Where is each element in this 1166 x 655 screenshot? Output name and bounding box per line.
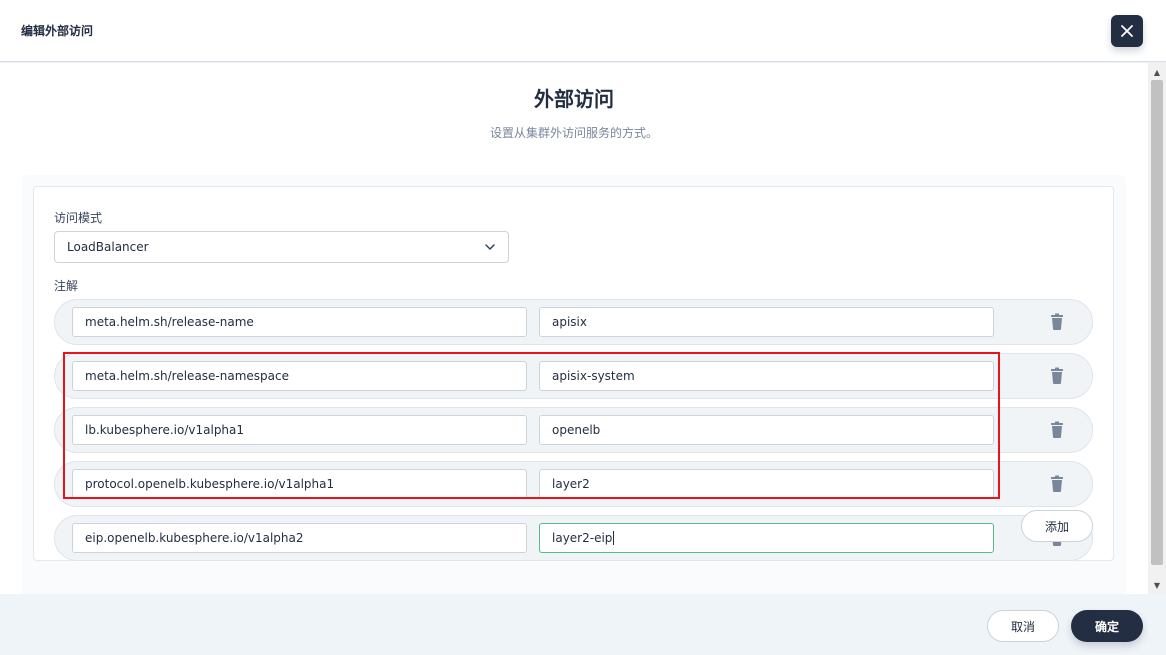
- highlight-box: [63, 352, 1000, 499]
- modal-title: 编辑外部访问: [21, 24, 94, 38]
- annotation-value-input[interactable]: layer2-eip: [539, 523, 994, 553]
- scroll-down-icon[interactable]: ▼: [1148, 578, 1166, 592]
- scroll-up-icon[interactable]: ▲: [1148, 65, 1166, 79]
- add-annotation-button[interactable]: 添加: [1021, 510, 1093, 542]
- text-caret: [613, 531, 615, 545]
- scrollbar-thumb[interactable]: [1151, 80, 1163, 565]
- annotation-value-input[interactable]: apisix: [539, 307, 994, 337]
- scrollbar[interactable]: ▲ ▼: [1148, 63, 1166, 594]
- annotation-value-text: layer2-eip: [552, 531, 613, 545]
- annotation-value-text: apisix: [552, 315, 587, 329]
- trash-icon[interactable]: [1049, 313, 1065, 331]
- access-mode-label: 访问模式: [54, 211, 103, 225]
- access-mode-value: LoadBalancer: [67, 240, 149, 254]
- modal-footer: 取消 确定: [0, 594, 1166, 655]
- annotation-key-text: eip.openelb.kubesphere.io/v1alpha2: [85, 531, 304, 545]
- annotation-key-input[interactable]: eip.openelb.kubesphere.io/v1alpha2: [72, 523, 527, 553]
- cancel-button[interactable]: 取消: [987, 610, 1059, 642]
- modal-header: 编辑外部访问: [0, 0, 1166, 62]
- section-title: 外部访问: [534, 87, 614, 111]
- ok-button[interactable]: 确定: [1071, 610, 1143, 642]
- section-description: 设置从集群外访问服务的方式。: [489, 126, 658, 140]
- annotations-label: 注解: [54, 279, 79, 293]
- annotation-key-text: meta.helm.sh/release-name: [85, 315, 254, 329]
- trash-icon[interactable]: [1049, 367, 1065, 385]
- annotation-row: meta.helm.sh/release-name apisix: [54, 299, 1093, 345]
- close-button[interactable]: [1111, 15, 1143, 47]
- close-icon: [1121, 25, 1133, 37]
- access-mode-select[interactable]: LoadBalancer: [54, 231, 509, 263]
- annotation-row: eip.openelb.kubesphere.io/v1alpha2 layer…: [54, 515, 1093, 561]
- trash-icon[interactable]: [1049, 475, 1065, 493]
- modal-content: 外部访问 设置从集群外访问服务的方式。 访问模式 LoadBalancer 注解…: [0, 63, 1148, 594]
- trash-icon[interactable]: [1049, 421, 1065, 439]
- annotation-key-input[interactable]: meta.helm.sh/release-name: [72, 307, 527, 337]
- chevron-down-icon: [485, 244, 495, 250]
